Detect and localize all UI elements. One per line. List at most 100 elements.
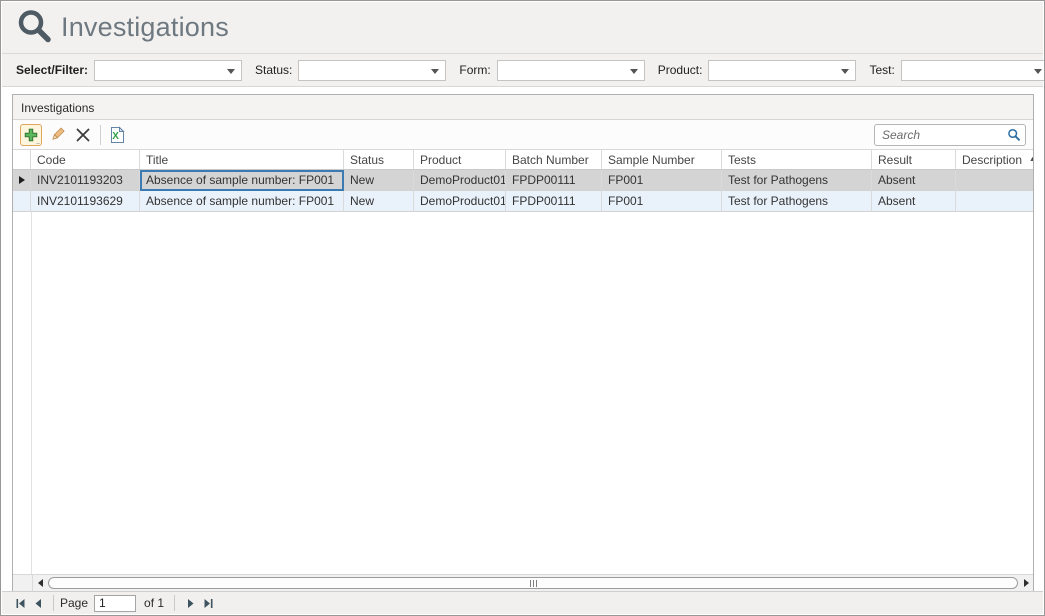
scroll-left-button[interactable]: [33, 575, 47, 591]
filter-group-form: Form:: [459, 60, 644, 81]
arrow-right-icon: [1024, 579, 1029, 587]
filter-group-product: Product:: [658, 60, 857, 81]
page-label: Page: [60, 596, 88, 610]
form-dropdown[interactable]: [497, 60, 645, 81]
page-count-label: of 1: [144, 596, 164, 610]
table-row[interactable]: INV2101193629 Absence of sample number: …: [13, 191, 1033, 212]
pager-separator: [174, 595, 175, 611]
chevron-down-icon: [1034, 69, 1042, 74]
column-header-description[interactable]: Description ▲: [956, 150, 1033, 169]
next-page-icon: [185, 598, 196, 609]
toolbar: .. X: [13, 120, 1033, 150]
result-cell: Absent: [872, 170, 956, 191]
test-dropdown[interactable]: [901, 60, 1045, 81]
search-box: [874, 124, 1026, 146]
export-excel-button[interactable]: X: [106, 124, 128, 146]
search-input[interactable]: [882, 128, 1007, 142]
column-header-sample-number[interactable]: Sample Number: [602, 150, 722, 169]
toolbar-separator: [100, 125, 101, 145]
search-icon: [15, 8, 55, 48]
page-number-input[interactable]: [94, 595, 136, 612]
grip-icon: [533, 580, 534, 587]
sample-number-link[interactable]: FP001: [602, 170, 722, 191]
row-indicator-cell: [13, 191, 31, 212]
edit-button[interactable]: [46, 124, 68, 146]
grip-icon: [530, 580, 531, 587]
status-dropdown[interactable]: [298, 60, 446, 81]
filter-bar: Select/Filter: Status: Form: Product: Te…: [2, 54, 1043, 87]
previous-page-icon: [33, 598, 44, 609]
product-cell: DemoProduct01: [414, 191, 506, 212]
filter-group-test: Test:: [869, 60, 1045, 81]
scrollbar-corner: [13, 575, 33, 591]
sample-number-link[interactable]: FP001: [602, 191, 722, 212]
column-header-title[interactable]: Title: [140, 150, 344, 169]
grid-header-row: Code Title Status Product Batch Number S…: [13, 150, 1033, 170]
current-row-icon: [19, 176, 25, 184]
first-page-icon: [15, 598, 26, 609]
app-header: Investigations: [2, 2, 1043, 54]
column-header-result[interactable]: Result: [872, 150, 956, 169]
first-page-button[interactable]: [11, 594, 29, 612]
table-row[interactable]: INV2101193203 Absence of sample number: …: [13, 170, 1033, 191]
title-cell[interactable]: Absence of sample number: FP001: [140, 170, 344, 191]
status-cell: New: [344, 191, 414, 212]
title-cell: Absence of sample number: FP001: [140, 191, 344, 212]
code-link[interactable]: INV2101193629: [31, 191, 140, 212]
chevron-down-icon: [841, 69, 849, 74]
search-icon[interactable]: [1007, 128, 1021, 142]
status-label: Status:: [255, 63, 292, 77]
pencil-icon: [49, 126, 66, 143]
horizontal-scrollbar: [13, 574, 1033, 591]
investigations-panel: Investigations ..: [12, 94, 1034, 592]
select-filter-label: Select/Filter:: [16, 63, 88, 77]
svg-text:X: X: [112, 131, 119, 142]
excel-icon: X: [108, 126, 126, 144]
column-header-batch-number[interactable]: Batch Number: [506, 150, 602, 169]
tests-cell: Test for Pathogens: [722, 191, 872, 212]
test-label: Test:: [869, 63, 894, 77]
column-header-tests[interactable]: Tests: [722, 150, 872, 169]
chevron-down-icon: [227, 69, 235, 74]
select-filter-dropdown[interactable]: [94, 60, 242, 81]
product-label: Product:: [658, 63, 703, 77]
app-window: Investigations Select/Filter: Status: Fo…: [0, 0, 1045, 616]
x-icon: [75, 127, 91, 143]
scrollbar-track[interactable]: [47, 575, 1019, 591]
column-header-status[interactable]: Status: [344, 150, 414, 169]
chevron-down-icon: [630, 69, 638, 74]
status-cell: New: [344, 170, 414, 191]
investigations-grid: Code Title Status Product Batch Number S…: [13, 150, 1033, 574]
arrow-left-icon: [38, 579, 43, 587]
scroll-right-button[interactable]: [1019, 575, 1033, 591]
delete-button[interactable]: [72, 124, 94, 146]
tests-cell: Test for Pathogens: [722, 170, 872, 191]
add-button[interactable]: ..: [20, 124, 42, 146]
pager-separator: [53, 595, 54, 611]
column-header-product[interactable]: Product: [414, 150, 506, 169]
last-page-icon: [203, 598, 214, 609]
product-dropdown[interactable]: [708, 60, 856, 81]
panel-title: Investigations: [13, 95, 1033, 120]
chevron-down-icon: [431, 69, 439, 74]
batch-number-cell: FPDP00111: [506, 170, 602, 191]
description-cell: [956, 170, 1033, 191]
row-indicator-header: [13, 150, 31, 169]
row-indicator-cell: [13, 170, 31, 191]
pagination-bar: Page of 1: [2, 591, 1043, 614]
form-label: Form:: [459, 63, 490, 77]
last-page-button[interactable]: [199, 594, 217, 612]
scrollbar-thumb[interactable]: [48, 577, 1018, 589]
next-page-button[interactable]: [181, 594, 199, 612]
previous-page-button[interactable]: [29, 594, 47, 612]
description-cell: [956, 191, 1033, 212]
code-link[interactable]: INV2101193203: [31, 170, 140, 191]
ellipsis-icon: ..: [36, 141, 40, 145]
frozen-column-divider: [31, 212, 32, 574]
sort-ascending-icon: ▲: [1029, 156, 1033, 163]
filter-group-status: Status:: [255, 60, 446, 81]
result-cell: Absent: [872, 191, 956, 212]
filter-group-select: Select/Filter:: [16, 60, 242, 81]
column-header-code[interactable]: Code: [31, 150, 140, 169]
product-cell: DemoProduct01: [414, 170, 506, 191]
